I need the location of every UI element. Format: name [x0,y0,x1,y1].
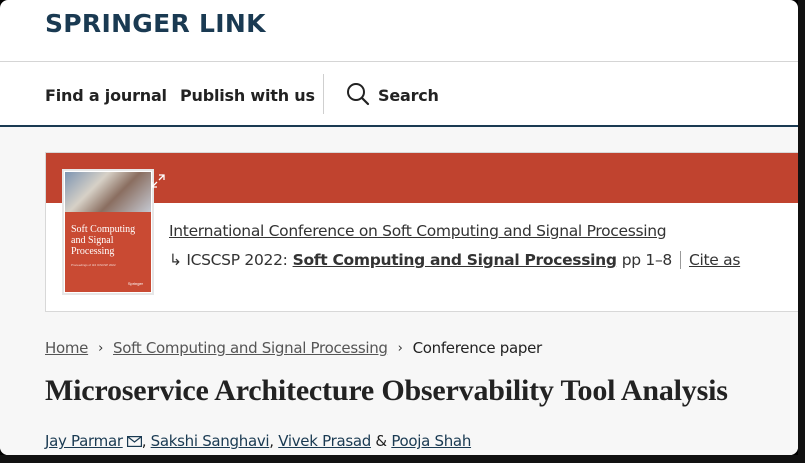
search-icon[interactable] [346,82,370,106]
mail-icon[interactable] [126,435,142,447]
window-shadow [0,455,805,463]
breadcrumb-book[interactable]: Soft Computing and Signal Processing [113,339,388,357]
cover-publisher: Springer [127,281,143,286]
publish-link[interactable]: Publish with us [180,86,315,105]
book-info-line: ↳ ICSCSP 2022: Soft Computing and Signal… [169,251,740,269]
cite-as-link[interactable]: Cite as [689,251,740,269]
cover-subtitle: Proceedings of 3rd ICSCSP 2022 [71,263,116,267]
nav-divider [323,74,324,114]
page-title: Microservice Architecture Observability … [45,374,728,407]
find-journal-link[interactable]: Find a journal [45,86,167,105]
series-prefix: ICSCSP 2022: [186,251,288,269]
chevron-right-icon: › [98,340,104,356]
book-card: Soft Computing and Signal Processing Pro… [45,152,798,312]
expand-icon[interactable] [151,174,165,188]
breadcrumb-current: Conference paper [412,339,543,357]
page-range: pp 1–8 [621,251,673,269]
divider [679,251,681,269]
search-link[interactable]: Search [378,86,439,105]
cover-title: Soft Computing and Signal Processing [71,224,136,257]
breadcrumb: Home › Soft Computing and Signal Process… [45,339,542,357]
author-link[interactable]: Sakshi Sanghavi [151,432,270,450]
book-cover[interactable]: Soft Computing and Signal Processing Pro… [62,169,165,295]
author-link[interactable]: Pooja Shah [391,432,471,450]
article-content: Soft Computing and Signal Processing Pro… [0,127,798,455]
browser-page: SPRINGER LINK Find a journal Publish wit… [0,0,798,455]
author-link[interactable]: Vivek Prasad [278,432,371,450]
conference-link[interactable]: International Conference on Soft Computi… [169,222,667,240]
book-cover-image: Soft Computing and Signal Processing Pro… [65,172,151,292]
logo-bar: SPRINGER LINK [0,0,798,62]
author-list: Jay Parmar , Sakshi Sanghavi , Vivek Pra… [45,432,472,450]
author-link[interactable]: Jay Parmar [45,432,123,450]
return-arrow-icon: ↳ [169,251,187,269]
breadcrumb-home[interactable]: Home [45,339,88,357]
cover-photo [65,172,151,212]
chevron-right-icon: › [397,340,403,356]
book-title-link[interactable]: Soft Computing and Signal Processing [293,251,617,269]
main-nav: Find a journal Publish with us Search [0,62,798,127]
window-shadow [798,0,805,463]
springer-link-logo[interactable]: SPRINGER LINK [45,9,266,38]
